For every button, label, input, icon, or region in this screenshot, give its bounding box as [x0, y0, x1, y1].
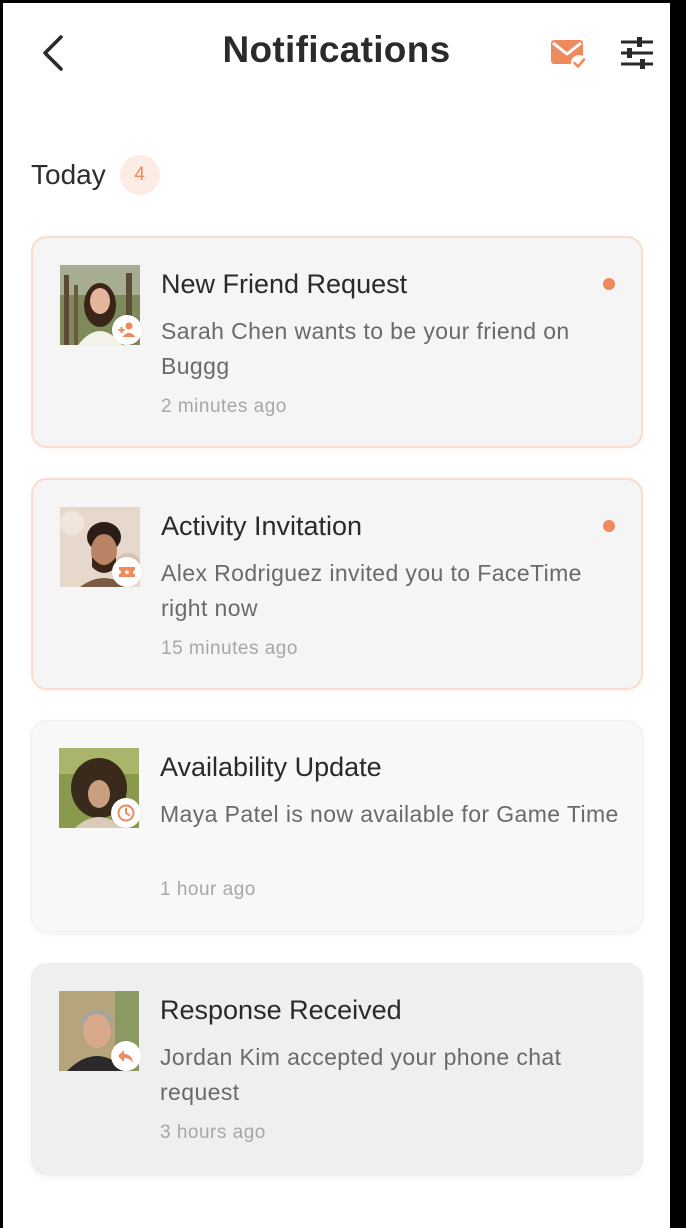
section-header-today: Today 4: [31, 155, 160, 195]
notification-time: 1 hour ago: [160, 879, 256, 900]
count-badge: 4: [119, 155, 160, 195]
notification-title: Response Received: [160, 995, 402, 1025]
notifications-screen: Notifications Today 4 New Friend Request…: [3, 3, 670, 1228]
notification-body: Jordan Kim accepted your phone chat requ…: [160, 1044, 562, 1105]
notification-body: Maya Patel is now available for Game Tim…: [160, 801, 619, 827]
reply-icon: [118, 1050, 133, 1063]
type-badge: [111, 1041, 141, 1071]
mark-all-read-button[interactable]: [548, 33, 588, 73]
notification-time: 15 minutes ago: [161, 638, 298, 659]
type-badge: [112, 557, 142, 587]
clock-icon: [117, 804, 135, 822]
notification-title: New Friend Request: [161, 269, 408, 299]
notification-card[interactable]: Response Received Jordan Kim accepted yo…: [31, 963, 643, 1175]
notification-time: 2 minutes ago: [161, 396, 287, 417]
notification-time: 3 hours ago: [160, 1122, 266, 1143]
notification-body: Sarah Chen wants to be your friend on Bu…: [161, 318, 570, 379]
notification-card[interactable]: New Friend Request Sarah Chen wants to b…: [31, 236, 643, 448]
unread-dot: [603, 278, 615, 290]
notification-card[interactable]: Activity Invitation Alex Rodriguez invit…: [31, 478, 643, 690]
filter-button[interactable]: [617, 33, 657, 73]
notification-title: Availability Update: [160, 752, 382, 782]
person-add-icon: [118, 322, 136, 337]
section-label: Today: [31, 159, 106, 190]
notification-body: Alex Rodriguez invited you to FaceTime r…: [161, 560, 582, 621]
notification-title: Activity Invitation: [161, 511, 363, 541]
sliders-icon: [621, 37, 653, 69]
type-badge: [112, 315, 142, 345]
header: Notifications: [3, 3, 670, 103]
unread-dot: [603, 520, 615, 532]
type-badge: [111, 798, 141, 828]
mail-check-icon: [551, 40, 587, 71]
ticket-icon: [119, 567, 135, 577]
notification-card[interactable]: Availability Update Maya Patel is now av…: [31, 720, 643, 932]
